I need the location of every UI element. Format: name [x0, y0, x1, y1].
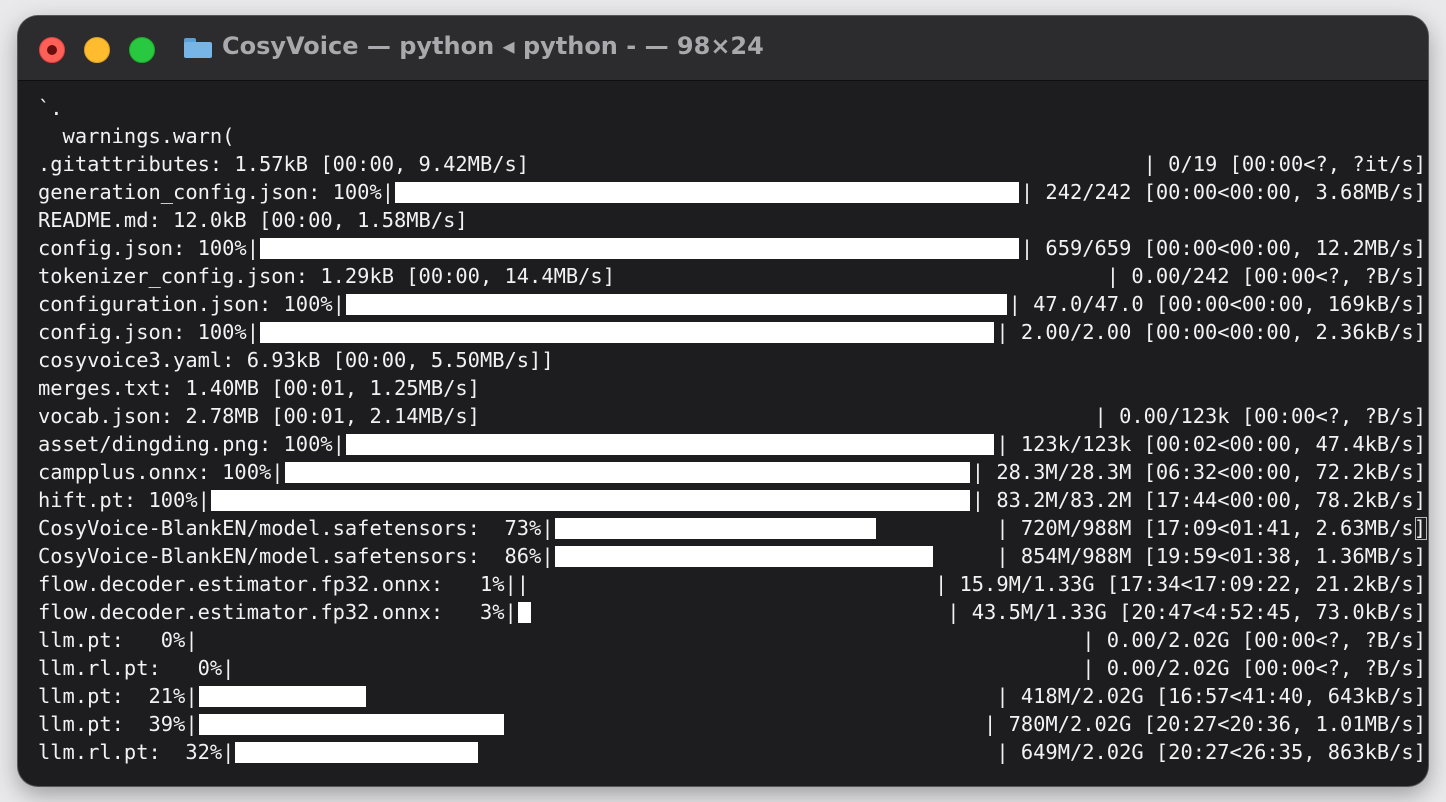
progress-stats: | 242/242 [00:00<00:00, 3.68MB/s] [1020, 180, 1426, 204]
progress-bar-fill [395, 182, 1019, 203]
title-bar[interactable]: CosyVoice — python ◂ python - — 98×24 [18, 16, 1428, 81]
terminal-line: CosyVoice-BlankEN/model.safetensors: 86%… [38, 542, 1426, 570]
line-text: merges.txt: 1.40MB [00:01, 1.25MB/s] [38, 376, 480, 400]
terminal-line: llm.pt: 0%| | 0.00/2.02G [00:00<?, ?B/s] [38, 626, 1426, 654]
progress-stats: | 720M/988M [17:09<01:41, 2.63MB/s] [996, 516, 1426, 540]
progress-stats: | 123k/123k [00:02<00:00, 47.4kB/s] [996, 432, 1426, 456]
minimize-button[interactable] [84, 37, 110, 63]
line-text: llm.rl.pt: 32%| [38, 740, 235, 764]
terminal-line: CosyVoice-BlankEN/model.safetensors: 73%… [38, 514, 1427, 542]
progress-stats: | 780M/2.02G [20:27<20:36, 1.01MB/s] [984, 712, 1426, 736]
terminal-output[interactable]: `. warnings.warn(.gitattributes: 1.57kB … [38, 94, 1428, 786]
terminal-line: hift.pt: 100%| | 83.2M/83.2M [17:44<00:00… [38, 486, 1426, 514]
progress-bar-fill [345, 294, 1007, 315]
line-text: CosyVoice-BlankEN/model.safetensors: 86%… [38, 544, 554, 568]
terminal-window: CosyVoice — python ◂ python - — 98×24 `.… [18, 16, 1428, 786]
line-text: vocab.json: 2.78MB [00:01, 2.14MB/s] [38, 404, 480, 428]
progress-bar-fill [198, 714, 505, 735]
progress-bar-fill [235, 742, 479, 763]
progress-stats: | 28.3M/28.3M [06:32<00:00, 72.2kB/s] [971, 460, 1426, 484]
terminal-cursor [1414, 517, 1427, 540]
terminal-line: warnings.warn( [38, 122, 1426, 150]
progress-stats: | 0.00/2.02G [00:00<?, ?B/s] [1082, 628, 1426, 652]
folder-icon [184, 38, 212, 58]
progress-bar-fill [517, 602, 531, 623]
terminal-line: merges.txt: 1.40MB [00:01, 1.25MB/s] [38, 374, 1426, 402]
progress-bar-fill [345, 434, 995, 455]
progress-stats: | 0.00/2.02G [00:00<?, ?B/s] [1082, 656, 1426, 680]
terminal-line: llm.pt: 21%| | 418M/2.02G [16:57<41:40, 6… [38, 682, 1426, 710]
line-text: config.json: 100%| [38, 236, 259, 260]
line-text: llm.pt: 0%| [38, 628, 198, 652]
terminal-line: flow.decoder.estimator.fp32.onnx: 3%| | 4… [38, 598, 1426, 626]
line-text: tokenizer_config.json: 1.29kB [00:00, 14… [38, 264, 615, 288]
progress-stats: | 15.9M/1.33G [17:34<17:09:22, 21.2kB/s] [934, 572, 1426, 596]
close-button[interactable] [39, 37, 65, 63]
progress-stats: | 43.5M/1.33G [20:47<4:52:45, 73.0kB/s] [947, 600, 1426, 624]
terminal-line: config.json: 100%| | 659/659 [00:00<00:00… [38, 234, 1426, 262]
terminal-line: llm.pt: 39%| | 780M/2.02G [20:27<20:36, 1… [38, 710, 1426, 738]
zoom-button[interactable] [129, 37, 155, 63]
line-text: flow.decoder.estimator.fp32.onnx: 1%|| [38, 572, 530, 596]
terminal-line: llm.rl.pt: 0%| | 0.00/2.02G [00:00<?, ?B/… [38, 654, 1426, 682]
progress-stats: | 659/659 [00:00<00:00, 12.2MB/s] [1020, 236, 1426, 260]
progress-stats: | 649M/2.02G [20:27<26:35, 863kB/s] [996, 740, 1426, 764]
terminal-line: vocab.json: 2.78MB [00:01, 2.14MB/s] | 0.… [38, 402, 1426, 430]
terminal-line: `. [38, 94, 1426, 122]
progress-bar-fill [198, 686, 366, 707]
progress-stats: | 418M/2.02G [16:57<41:40, 643kB/s] [996, 684, 1426, 708]
progress-stats: | 0/19 [00:00<?, ?it/s] [1143, 152, 1426, 176]
line-text: generation_config.json: 100%| [38, 180, 395, 204]
progress-bar-fill [259, 238, 1019, 259]
line-text: configuration.json: 100%| [38, 292, 345, 316]
progress-stats: | 854M/988M [19:59<01:38, 1.36MB/s] [996, 544, 1426, 568]
line-text: CosyVoice-BlankEN/model.safetensors: 73%… [38, 516, 554, 540]
terminal-line: tokenizer_config.json: 1.29kB [00:00, 14… [38, 262, 1426, 290]
progress-bar-fill [210, 490, 970, 511]
line-text: llm.pt: 39%| [38, 712, 198, 736]
line-text: config.json: 100%| [38, 320, 259, 344]
terminal-line: .gitattributes: 1.57kB [00:00, 9.42MB/s]… [38, 150, 1426, 178]
terminal-line: README.md: 12.0kB [00:00, 1.58MB/s] [38, 206, 1426, 234]
line-text: cosyvoice3.yaml: 6.93kB [00:00, 5.50MB/s… [38, 348, 554, 372]
line-text: hift.pt: 100%| [38, 488, 210, 512]
progress-stats: | 83.2M/83.2M [17:44<00:00, 78.2kB/s] [971, 488, 1426, 512]
line-text: llm.rl.pt: 0%| [38, 656, 235, 680]
line-text: warnings.warn( [38, 124, 235, 148]
line-text: README.md: 12.0kB [00:00, 1.58MB/s] [38, 208, 468, 232]
terminal-line: llm.rl.pt: 32%| | 649M/2.02G [20:27<26:35… [38, 738, 1426, 766]
terminal-line: configuration.json: 100%| | 47.0/47.0 [00… [38, 290, 1426, 318]
terminal-line: generation_config.json: 100%| | 242/242 [… [38, 178, 1426, 206]
progress-stats: | 2.00/2.00 [00:00<00:00, 2.36kB/s] [996, 320, 1426, 344]
terminal-line: asset/dingding.png: 100%| | 123k/123k [00… [38, 430, 1426, 458]
line-text: asset/dingding.png: 100%| [38, 432, 345, 456]
progress-bar-fill [259, 322, 995, 343]
progress-bar-fill [554, 546, 933, 567]
progress-stats: | 0.00/242 [00:00<?, ?B/s] [1106, 264, 1426, 288]
terminal-line: campplus.onnx: 100%| | 28.3M/28.3M [06:32… [38, 458, 1426, 486]
line-text: `. [38, 96, 63, 120]
progress-stats: | 0.00/123k [00:00<?, ?B/s] [1094, 404, 1426, 428]
progress-bar-fill [284, 462, 970, 483]
progress-stats: | 47.0/47.0 [00:00<00:00, 169kB/s] [1008, 292, 1426, 316]
window-title: CosyVoice — python ◂ python - — 98×24 [222, 32, 764, 60]
line-text: flow.decoder.estimator.fp32.onnx: 3%| [38, 600, 517, 624]
line-text: campplus.onnx: 100%| [38, 460, 284, 484]
terminal-line: cosyvoice3.yaml: 6.93kB [00:00, 5.50MB/s… [38, 346, 1426, 374]
line-text: llm.pt: 21%| [38, 684, 198, 708]
line-text: .gitattributes: 1.57kB [00:00, 9.42MB/s] [38, 152, 530, 176]
terminal-line: config.json: 100%| | 2.00/2.00 [00:00<00:… [38, 318, 1426, 346]
terminal-line: flow.decoder.estimator.fp32.onnx: 1%|| | … [38, 570, 1426, 598]
progress-bar-fill [554, 518, 876, 539]
